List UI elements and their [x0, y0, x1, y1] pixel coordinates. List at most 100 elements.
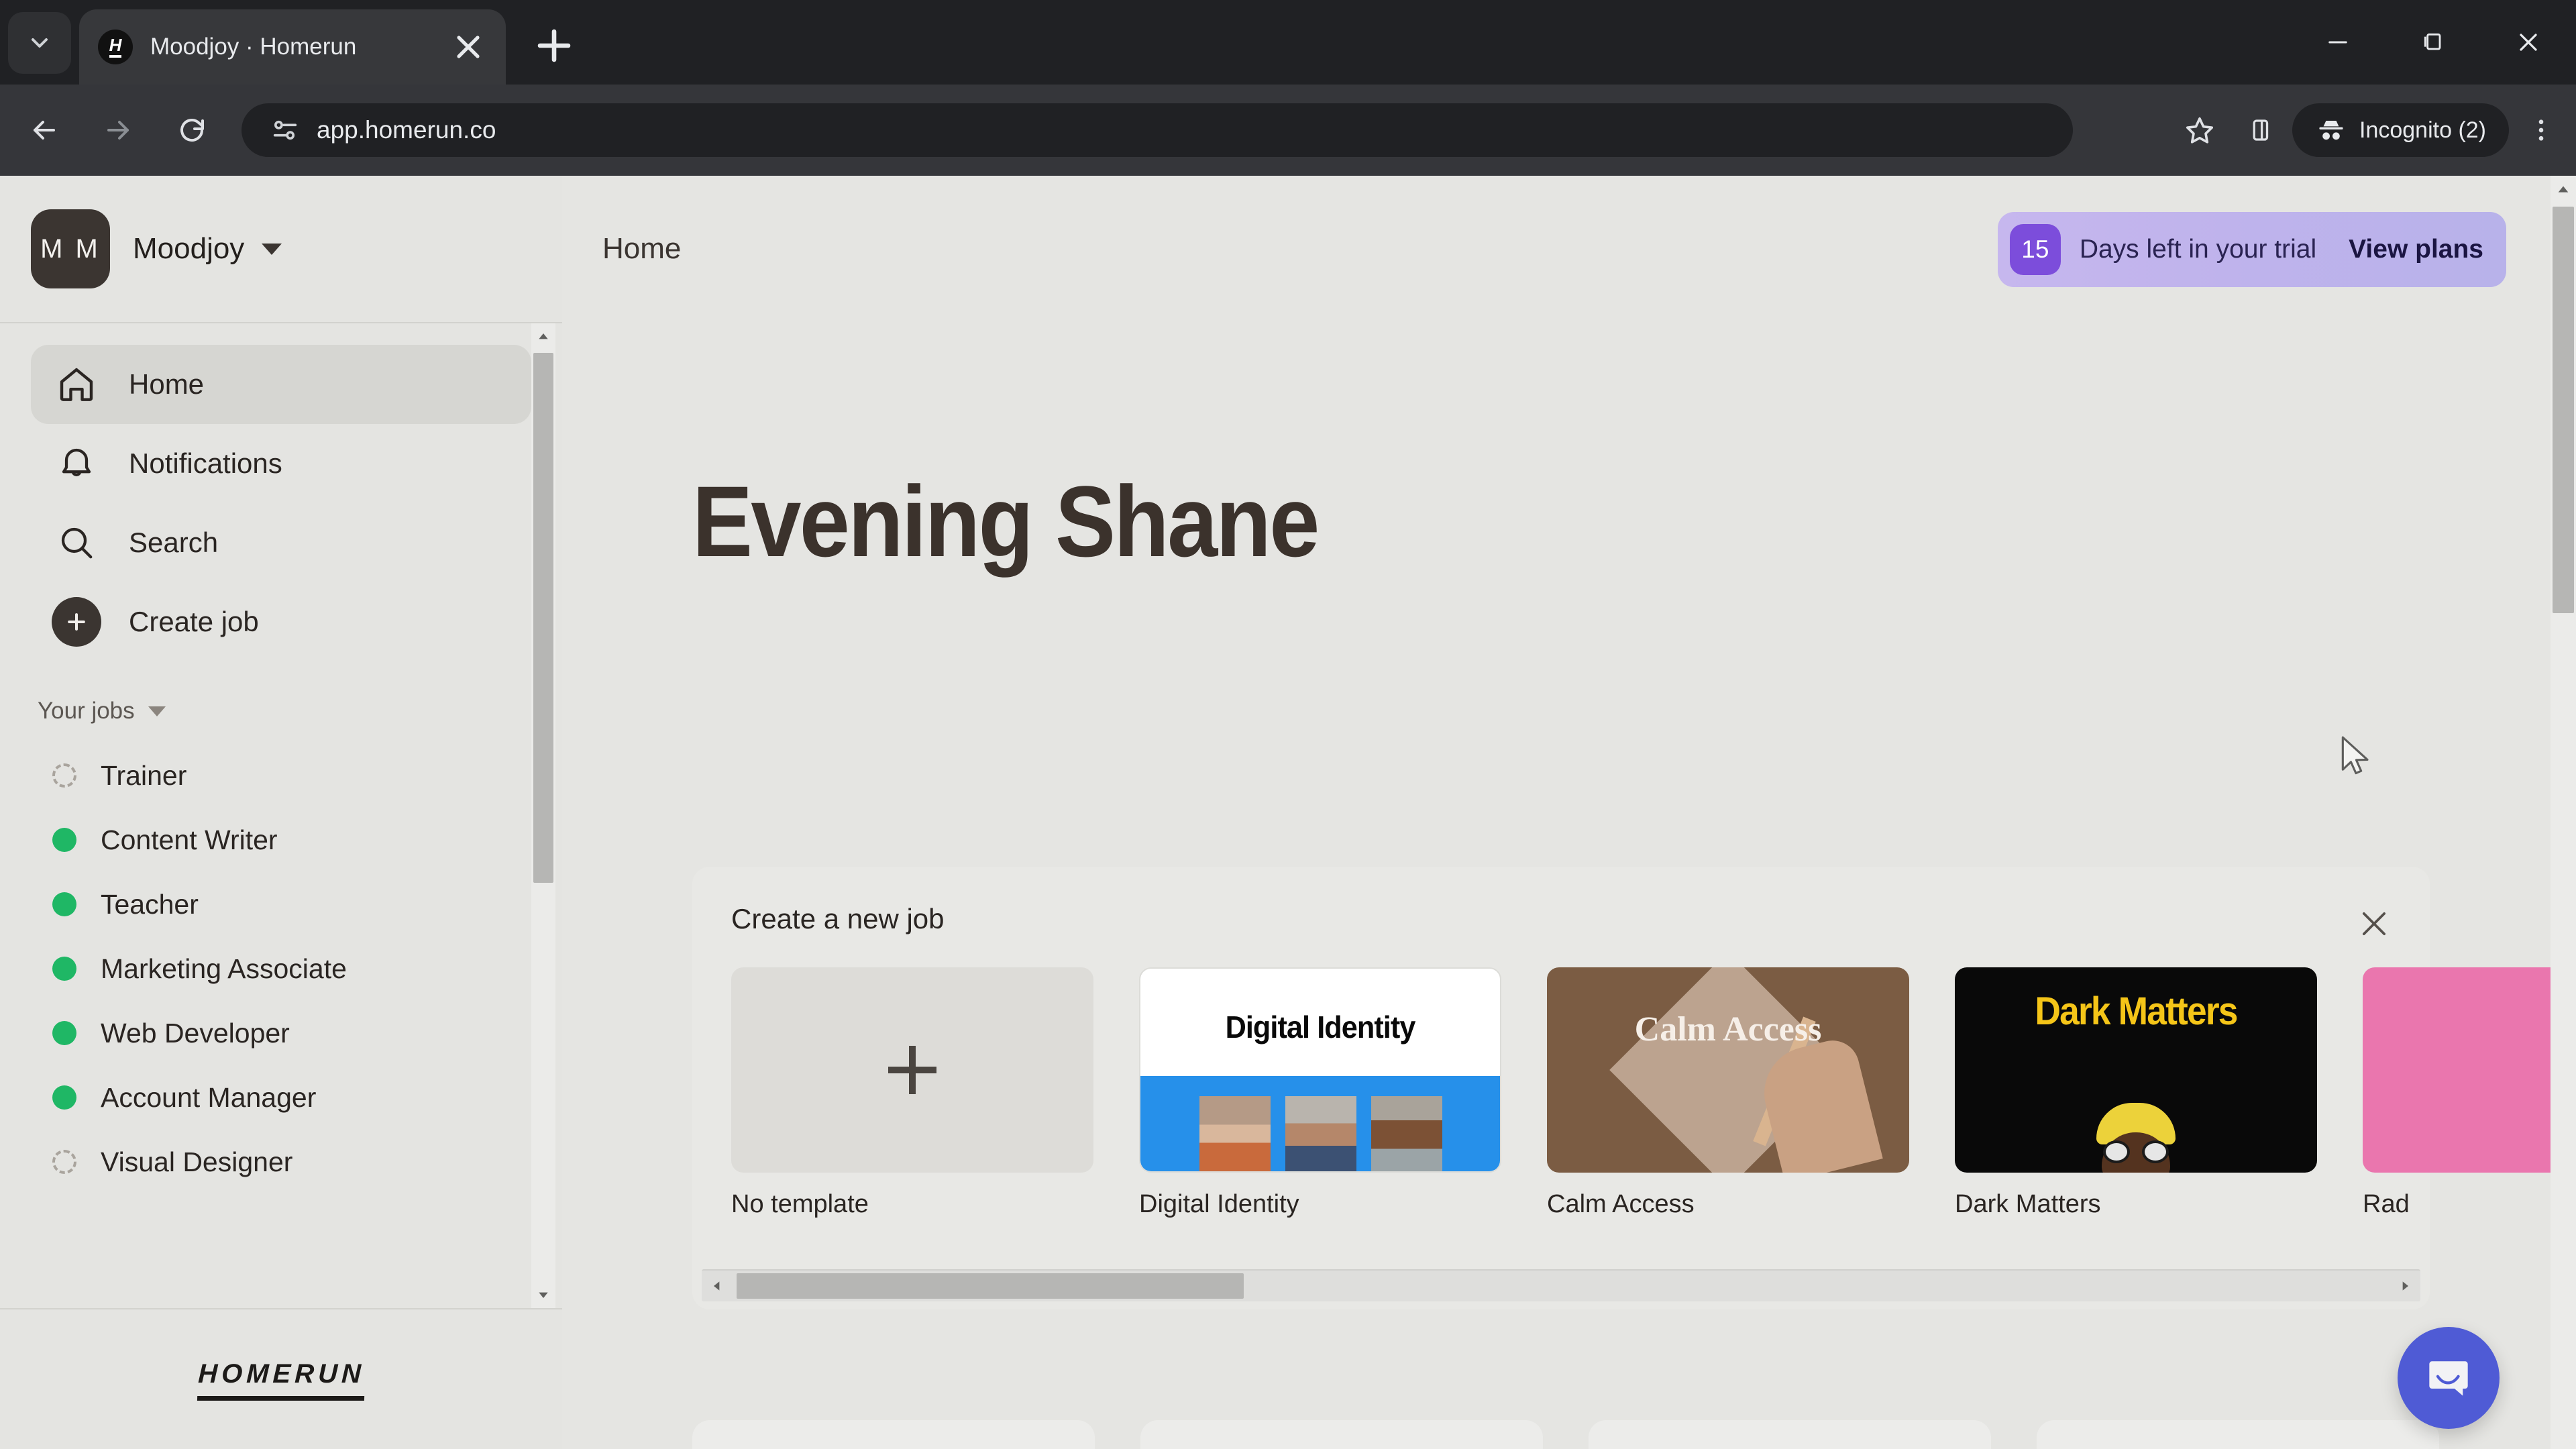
org-switcher[interactable]: M M Moodjoy — [0, 176, 562, 322]
sidebar-scroll-area: Home Notifications Search Create job You… — [0, 323, 562, 1308]
profile-incognito-button[interactable]: Incognito (2) — [2292, 103, 2509, 157]
toolbar-right-actions: Incognito (2) — [2171, 103, 2569, 157]
browser-tab[interactable]: H Moodjoy · Homerun — [79, 9, 506, 85]
breadcrumb: Home — [602, 232, 682, 265]
tab-title: Moodjoy · Homerun — [150, 34, 357, 60]
scroll-up-arrow-icon[interactable] — [531, 323, 555, 350]
reload-icon[interactable] — [162, 101, 221, 160]
sidebar-scrollbar[interactable] — [531, 323, 555, 1308]
status-badge — [52, 763, 76, 788]
side-panel-icon[interactable] — [2232, 103, 2288, 157]
panel-title: Create a new job — [731, 903, 945, 934]
sidebar-item-home[interactable]: Home — [31, 345, 531, 424]
template-card-radiant[interactable]: Rad — [2363, 967, 2552, 1219]
star-icon[interactable] — [2171, 103, 2228, 157]
sidebar-item-label: Search — [129, 527, 219, 558]
template-card-no-template[interactable]: No template — [731, 967, 1093, 1219]
list-item[interactable]: Account Manager — [0, 1065, 562, 1130]
list-item[interactable]: Trainer — [0, 743, 562, 808]
trial-days-badge: 15 — [2009, 224, 2061, 275]
carousel-scrollbar-thumb[interactable] — [737, 1273, 1244, 1299]
sidebar-item-label: Home — [129, 368, 205, 400]
job-label: Web Developer — [101, 1017, 290, 1049]
trial-banner[interactable]: 15 Days left in your trial View plans — [1997, 212, 2506, 287]
status-badge — [52, 1085, 76, 1110]
plus-icon — [888, 1046, 936, 1094]
template-card-calm-access[interactable]: Calm Access Calm Access — [1547, 967, 1909, 1219]
forward-arrow-icon[interactable] — [89, 101, 148, 160]
photo-thumbnail — [1199, 1096, 1271, 1171]
favicon-letter: H — [109, 36, 122, 58]
sidebar-item-notifications[interactable]: Notifications — [31, 424, 531, 503]
page-settings-icon[interactable] — [264, 109, 306, 151]
your-jobs-label: Your jobs — [38, 698, 135, 724]
stat-card-events[interactable]: 5 events — [1589, 1420, 1991, 1449]
window-controls — [2290, 0, 2576, 85]
tab-search-button[interactable] — [8, 12, 71, 74]
template-carousel-scrollbar[interactable] — [702, 1269, 2420, 1301]
template-card-digital-identity[interactable]: Digital Identity Digital Identity — [1139, 967, 1501, 1219]
sidebar-item-label: Notifications — [129, 447, 282, 479]
stats-row: 5 active jobs 15 candidates 5 events — [692, 1420, 2439, 1449]
page-viewport: M M Moodjoy Home Notifications Search Cr… — [0, 176, 2576, 1449]
scroll-down-arrow-icon[interactable] — [531, 1281, 555, 1308]
page-scrollbar[interactable] — [2551, 176, 2576, 1449]
list-item[interactable]: Web Developer — [0, 1001, 562, 1065]
job-label: Marketing Associate — [101, 953, 347, 984]
status-badge — [52, 1150, 76, 1174]
template-carousel[interactable]: No template Digital Identity Digital Ide… — [731, 967, 2552, 1219]
photo-thumbnail — [1285, 1096, 1356, 1171]
back-arrow-icon[interactable] — [15, 101, 74, 160]
your-jobs-section-header[interactable]: Your jobs — [0, 679, 562, 743]
plus-circle-icon — [52, 597, 101, 647]
window-close-button[interactable] — [2481, 0, 2576, 85]
template-thumb-title: Digital Identity — [1225, 1010, 1416, 1044]
new-tab-button[interactable] — [530, 21, 578, 70]
page-scrollbar-thumb[interactable] — [2553, 207, 2574, 613]
org-name: Moodjoy — [133, 232, 245, 265]
list-item[interactable]: Marketing Associate — [0, 936, 562, 1001]
template-label: Calm Access — [1547, 1190, 1695, 1218]
sidebar-item-search[interactable]: Search — [31, 503, 531, 582]
template-thumb[interactable] — [2363, 967, 2552, 1173]
sidebar-item-label: Create job — [129, 606, 259, 637]
sidebar-scrollbar-thumb[interactable] — [533, 353, 553, 883]
stat-card-candidates[interactable]: 15 candidates — [1140, 1420, 1543, 1449]
avatar: M M — [31, 209, 110, 288]
list-item[interactable]: Visual Designer — [0, 1130, 562, 1194]
template-label: Digital Identity — [1139, 1190, 1299, 1218]
window-maximize-button[interactable] — [2385, 0, 2481, 85]
close-icon[interactable] — [2348, 898, 2400, 950]
status-badge — [52, 957, 76, 981]
browser-tab-strip: H Moodjoy · Homerun — [0, 0, 2576, 85]
sidebar-item-create-job[interactable]: Create job — [31, 582, 531, 661]
search-icon — [52, 519, 101, 567]
template-card-dark-matters[interactable]: Dark Matters Dark Matters — [1955, 967, 2317, 1219]
window-minimize-button[interactable] — [2290, 0, 2385, 85]
scroll-right-arrow-icon[interactable] — [2390, 1271, 2420, 1301]
app-sidebar: M M Moodjoy Home Notifications Search Cr… — [0, 176, 562, 1449]
template-thumb[interactable] — [731, 967, 1093, 1173]
address-bar[interactable]: app.homerun.co — [241, 103, 2073, 157]
list-item[interactable]: Content Writer — [0, 808, 562, 872]
template-thumb-band — [1140, 1076, 1500, 1171]
scroll-left-arrow-icon[interactable] — [702, 1271, 733, 1301]
stat-card-active-jobs[interactable]: 5 active jobs — [692, 1420, 1095, 1449]
template-thumb[interactable]: Calm Access — [1547, 967, 1909, 1173]
main-content: Home 15 Days left in your trial View pla… — [562, 176, 2552, 1449]
favicon-icon: H — [98, 30, 133, 64]
job-label: Account Manager — [101, 1081, 317, 1113]
sidebar-nav: Home Notifications Search Create job You… — [0, 323, 562, 1194]
view-plans-link[interactable]: View plans — [2349, 235, 2483, 264]
scroll-up-arrow-icon[interactable] — [2551, 176, 2576, 204]
stat-card-todos[interactable]: 7 to-dos — [2037, 1420, 2439, 1449]
chat-bubble-icon[interactable] — [2398, 1327, 2500, 1429]
template-thumb[interactable]: Dark Matters — [1955, 967, 2317, 1173]
template-thumb[interactable]: Digital Identity — [1139, 967, 1501, 1173]
main-topbar: Home 15 Days left in your trial View pla… — [562, 176, 2552, 322]
create-job-panel: Create a new job No template Digital Ide… — [692, 867, 2552, 1309]
list-item[interactable]: Teacher — [0, 872, 562, 936]
tab-close-icon[interactable] — [449, 28, 487, 66]
template-thumb-title: Dark Matters — [2035, 989, 2238, 1033]
three-dot-menu-icon[interactable] — [2513, 103, 2569, 157]
